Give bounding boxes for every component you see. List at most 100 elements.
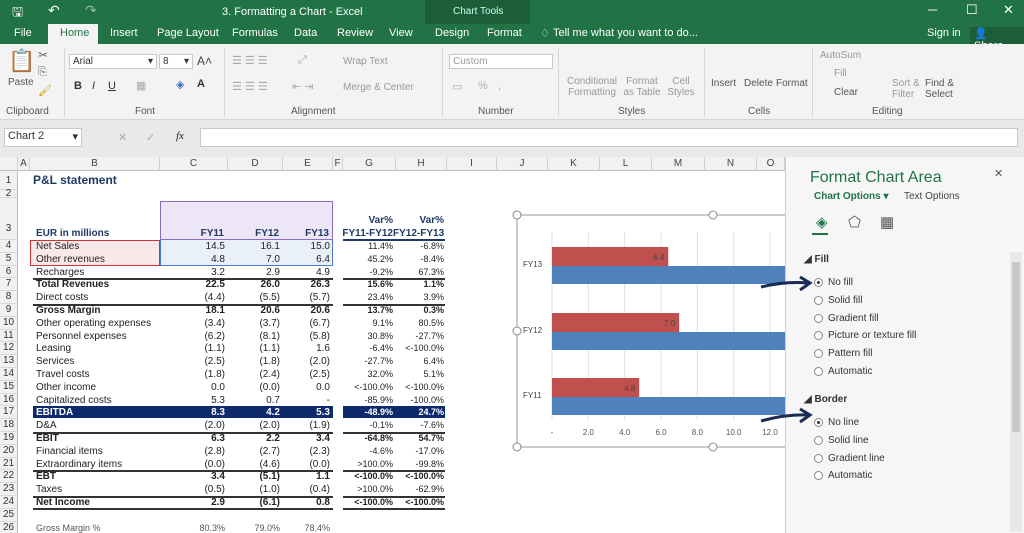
cell-g[interactable]: >100.0% — [343, 484, 393, 494]
tab-data[interactable]: Data — [294, 27, 317, 39]
select-all-corner[interactable] — [0, 157, 18, 171]
cell-g[interactable]: <-100.0% — [343, 382, 393, 392]
cell-h[interactable]: -6.8% — [396, 241, 444, 251]
cell-c[interactable]: (2.5) — [160, 356, 225, 367]
column-header-J[interactable]: J — [497, 157, 548, 171]
accounting-icon[interactable]: ▭ — [452, 80, 462, 93]
cell-d[interactable]: 16.1 — [228, 241, 280, 252]
cell-h[interactable]: 5.1% — [396, 369, 444, 379]
comma-button[interactable]: , — [498, 80, 501, 92]
resize-handle[interactable] — [512, 210, 522, 220]
cell-d[interactable]: (6.1) — [228, 497, 280, 508]
cell-e[interactable]: (2.3) — [283, 446, 330, 457]
cell-h[interactable]: <-100.0% — [396, 343, 444, 353]
cell-e[interactable]: (0.0) — [283, 459, 330, 470]
resize-handle[interactable] — [512, 442, 522, 452]
option-solid-line[interactable]: Solid line — [814, 435, 869, 446]
bar-net-sales[interactable] — [552, 266, 785, 284]
cell-h[interactable]: 1.1% — [396, 279, 444, 289]
column-header-L[interactable]: L — [600, 157, 652, 171]
cell-c[interactable]: (2.8) — [160, 446, 225, 457]
cell-e[interactable]: 26.3 — [283, 279, 330, 290]
cell-h[interactable]: -27.7% — [396, 331, 444, 341]
cell-c[interactable]: 8.3 — [160, 407, 225, 418]
column-header-G[interactable]: G — [343, 157, 396, 171]
autosum-button[interactable]: AutoSum — [820, 50, 861, 61]
bar-net-sales[interactable] — [552, 397, 785, 415]
cell-d[interactable]: 2.2 — [228, 433, 280, 444]
sign-in-link[interactable]: Sign in — [927, 27, 961, 39]
fill-line-icon[interactable]: ◈ — [816, 213, 828, 231]
cell-e[interactable]: (2.0) — [283, 356, 330, 367]
format-cells-button[interactable]: Format — [776, 78, 808, 89]
orientation-icon[interactable]: ⤢ — [298, 54, 307, 67]
bar-net-sales[interactable] — [552, 332, 785, 350]
cell-c[interactable]: 18.1 — [160, 305, 225, 316]
save-icon[interactable]: 🖫 — [12, 3, 23, 25]
cell-h[interactable]: -62.9% — [396, 484, 444, 494]
cell-c[interactable]: 80.3% — [160, 523, 225, 533]
tab-formulas[interactable]: Formulas — [232, 27, 278, 39]
cell-e[interactable]: 3.4 — [283, 433, 330, 444]
pane-close-icon[interactable]: ✕ — [994, 167, 1003, 180]
align-left-icon[interactable]: ☰ ☰ ☰ — [232, 80, 268, 93]
cell-c[interactable]: 14.5 — [160, 241, 225, 252]
cell-h[interactable]: <-100.0% — [396, 497, 444, 507]
text-options-tab[interactable]: Text Options — [904, 191, 960, 202]
clear-button[interactable]: Clear — [834, 87, 858, 98]
cell-c[interactable]: 5.3 — [160, 395, 225, 406]
cell-e[interactable]: (5.7) — [283, 292, 330, 303]
cell-g[interactable]: -64.8% — [343, 433, 393, 443]
resize-handle[interactable] — [708, 210, 718, 220]
cell-c[interactable]: (0.5) — [160, 484, 225, 495]
cell-d[interactable]: 4.2 — [228, 407, 280, 418]
cell-h[interactable]: 80.5% — [396, 318, 444, 328]
cell-d[interactable]: 7.0 — [228, 254, 280, 265]
cell-g[interactable]: 32.0% — [343, 369, 393, 379]
bar-other-revenues[interactable] — [552, 247, 669, 266]
number-format-select[interactable]: Custom — [449, 54, 553, 69]
cell-h[interactable]: 6.4% — [396, 356, 444, 366]
cell-c[interactable]: (0.0) — [160, 459, 225, 470]
cell-d[interactable]: (2.0) — [228, 420, 280, 431]
column-header-D[interactable]: D — [228, 157, 283, 171]
cell-e[interactable]: 5.3 — [283, 407, 330, 418]
tab-design[interactable]: Design — [435, 27, 469, 39]
cell-g[interactable]: <-100.0% — [343, 471, 393, 481]
cell-g[interactable]: 23.4% — [343, 292, 393, 302]
cell-h[interactable]: 54.7% — [396, 433, 444, 443]
cell-d[interactable]: (5.5) — [228, 292, 280, 303]
column-header-H[interactable]: H — [396, 157, 447, 171]
tab-view[interactable]: View — [389, 27, 413, 39]
scroll-thumb[interactable] — [1012, 262, 1020, 432]
cell-c[interactable]: (4.4) — [160, 292, 225, 303]
cancel-icon[interactable]: ✕ — [118, 131, 127, 144]
cell-g[interactable]: -48.9% — [343, 407, 393, 417]
cut-icon[interactable]: ✂ — [38, 48, 48, 62]
cell-e[interactable]: - — [283, 395, 330, 406]
sort-filter-button[interactable]: Sort & Filter — [892, 78, 922, 100]
pane-scrollbar[interactable] — [1010, 252, 1022, 532]
column-header-N[interactable]: N — [705, 157, 757, 171]
bold-button[interactable]: B — [74, 80, 82, 92]
chart-options-tab[interactable]: Chart Options ▾ — [814, 191, 888, 202]
row-header-2[interactable]: 2 — [0, 189, 18, 199]
italic-button[interactable]: I — [92, 80, 95, 92]
align-top-icon[interactable]: ☰ ☰ ☰ — [232, 54, 268, 67]
cell-e[interactable]: 0.8 — [283, 497, 330, 508]
redo-icon[interactable]: ↷ — [85, 2, 97, 19]
delete-cells-button[interactable]: Delete — [744, 78, 773, 89]
column-header-A[interactable]: A — [18, 157, 30, 171]
cell-d[interactable]: (8.1) — [228, 331, 280, 342]
minimize-button[interactable]: ─ — [928, 2, 937, 17]
maximize-button[interactable]: ☐ — [966, 2, 978, 18]
cell-c[interactable]: (6.2) — [160, 331, 225, 342]
cell-e[interactable]: 15.0 — [283, 241, 330, 252]
tab-review[interactable]: Review — [337, 27, 373, 39]
cell-g[interactable]: 13.7% — [343, 305, 393, 315]
cell-d[interactable]: (1.0) — [228, 484, 280, 495]
column-header-I[interactable]: I — [447, 157, 497, 171]
close-button[interactable]: ✕ — [1003, 2, 1014, 18]
cell-h[interactable]: 0.3% — [396, 305, 444, 315]
formula-input[interactable] — [200, 128, 1018, 147]
